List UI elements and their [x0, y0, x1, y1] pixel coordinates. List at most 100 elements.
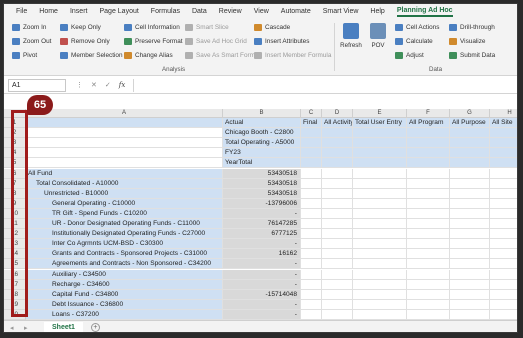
cell-h14[interactable] — [490, 249, 517, 260]
cell-g15[interactable] — [450, 259, 490, 270]
cell-c9[interactable] — [301, 198, 322, 209]
preserve-format-button[interactable]: Preserve Format — [124, 36, 183, 47]
tab-view[interactable]: View — [254, 8, 269, 15]
cell-c19[interactable] — [301, 299, 322, 310]
cell-h7[interactable] — [490, 179, 517, 189]
cell-a12[interactable]: Institutionally Designated Operating Fun… — [26, 229, 223, 240]
cell-f17[interactable] — [407, 279, 450, 290]
cell-e3[interactable] — [353, 138, 407, 149]
cell-a19[interactable]: Debt Issuance - C36800 — [26, 299, 223, 310]
cascade-button[interactable]: Cascade — [254, 22, 331, 33]
cell-e18[interactable] — [353, 289, 407, 300]
cell-c13[interactable] — [301, 239, 322, 250]
tab-review[interactable]: Review — [219, 8, 242, 15]
cell-g20[interactable] — [450, 309, 490, 320]
tab-help[interactable]: Help — [370, 8, 384, 15]
change-alias-button[interactable]: Change Alias — [124, 50, 183, 61]
drill-through-button[interactable]: Drill-through — [449, 22, 495, 33]
cell-e8[interactable] — [353, 188, 407, 199]
cell-information-button[interactable]: Cell Information — [124, 22, 183, 33]
cell-c3[interactable] — [301, 138, 322, 149]
cell-g19[interactable] — [450, 299, 490, 310]
cell-a13[interactable]: Inter Co Agrmnts UCM-BSD - C30300 — [26, 239, 223, 250]
cell-f15[interactable] — [407, 259, 450, 270]
enter-icon[interactable]: ✓ — [105, 81, 111, 89]
cell-c4[interactable] — [301, 148, 322, 159]
cell-b4[interactable]: FY23 — [223, 148, 301, 159]
cell-e1[interactable]: Total User Entry — [353, 118, 407, 129]
column-header-g[interactable]: G — [450, 109, 490, 118]
cell-g12[interactable] — [450, 229, 490, 240]
cell-a4[interactable] — [26, 148, 223, 159]
cell-f3[interactable] — [407, 138, 450, 149]
cell-e5[interactable] — [353, 158, 407, 169]
tab-data[interactable]: Data — [192, 8, 207, 15]
more-icon[interactable]: ⋮ — [76, 81, 83, 89]
cell-h6[interactable] — [490, 169, 517, 179]
tab-smart-view[interactable]: Smart View — [323, 8, 359, 15]
column-header-d[interactable]: D — [322, 109, 353, 118]
cell-h8[interactable] — [490, 189, 517, 199]
cell-f5[interactable] — [407, 158, 450, 169]
cell-h19[interactable] — [490, 300, 517, 310]
insert-attributes-button[interactable]: Insert Attributes — [254, 36, 331, 47]
cell-h16[interactable] — [490, 270, 517, 280]
cell-e20[interactable] — [353, 309, 407, 320]
calculate-button[interactable]: Calculate — [395, 36, 439, 47]
cell-g7[interactable] — [450, 178, 490, 189]
cell-c12[interactable] — [301, 229, 322, 240]
cell-f7[interactable] — [407, 178, 450, 189]
cell-d12[interactable] — [322, 229, 353, 240]
cell-a1[interactable] — [26, 118, 223, 129]
cell-c8[interactable] — [301, 188, 322, 199]
cell-b7[interactable]: 53430518 — [223, 178, 301, 189]
cell-f13[interactable] — [407, 239, 450, 250]
cell-g1[interactable]: All Purpose — [450, 118, 490, 129]
column-header-c[interactable]: C — [301, 109, 322, 118]
cell-f9[interactable] — [407, 198, 450, 209]
cell-a15[interactable]: Agreements and Contracts - Non Sponsored… — [26, 259, 223, 270]
cell-a3[interactable] — [26, 138, 223, 149]
cell-b8[interactable]: 53430518 — [223, 188, 301, 199]
column-header-h[interactable]: H — [490, 109, 517, 118]
tab-formulas[interactable]: Formulas — [151, 8, 180, 15]
cell-g17[interactable] — [450, 279, 490, 290]
cell-f12[interactable] — [407, 229, 450, 240]
cell-c15[interactable] — [301, 259, 322, 270]
cell-h10[interactable] — [490, 209, 517, 219]
cell-g4[interactable] — [450, 148, 490, 159]
sheet-tab-sheet1[interactable]: Sheet1 — [44, 321, 83, 332]
pivot-button[interactable]: Pivot — [12, 50, 51, 61]
cell-a6[interactable]: All Fund — [26, 168, 223, 179]
cell-d10[interactable] — [322, 208, 353, 219]
cell-d7[interactable] — [322, 178, 353, 189]
cell-b19[interactable]: - — [223, 299, 301, 310]
cell-d2[interactable] — [322, 128, 353, 139]
cell-e7[interactable] — [353, 178, 407, 189]
tab-page-layout[interactable]: Page Layout — [99, 8, 138, 15]
cell-f16[interactable] — [407, 269, 450, 280]
tab-file[interactable]: File — [16, 8, 27, 15]
cell-d4[interactable] — [322, 148, 353, 159]
cell-e13[interactable] — [353, 239, 407, 250]
add-sheet-button[interactable]: + — [90, 323, 100, 332]
cell-f4[interactable] — [407, 148, 450, 159]
cell-g11[interactable] — [450, 219, 490, 230]
adjust-button[interactable]: Adjust — [395, 50, 439, 61]
zoom-out-button[interactable]: Zoom Out — [12, 36, 51, 47]
cell-b6[interactable]: 53430518 — [223, 168, 301, 179]
cell-c20[interactable] — [301, 309, 322, 320]
tab-automate[interactable]: Automate — [281, 8, 311, 15]
cell-g5[interactable] — [450, 158, 490, 169]
cell-d16[interactable] — [322, 269, 353, 280]
cell-g3[interactable] — [450, 138, 490, 149]
cell-a18[interactable]: Capital Fund - C34800 — [26, 289, 223, 300]
formula-input[interactable] — [133, 78, 515, 92]
cell-f20[interactable] — [407, 309, 450, 320]
cell-d17[interactable] — [322, 279, 353, 290]
cell-c11[interactable] — [301, 219, 322, 230]
cell-d20[interactable] — [322, 309, 353, 320]
cell-h12[interactable] — [490, 229, 517, 240]
cell-f1[interactable]: All Program — [407, 118, 450, 129]
smart-slice-button[interactable]: Smart Slice — [185, 22, 255, 33]
